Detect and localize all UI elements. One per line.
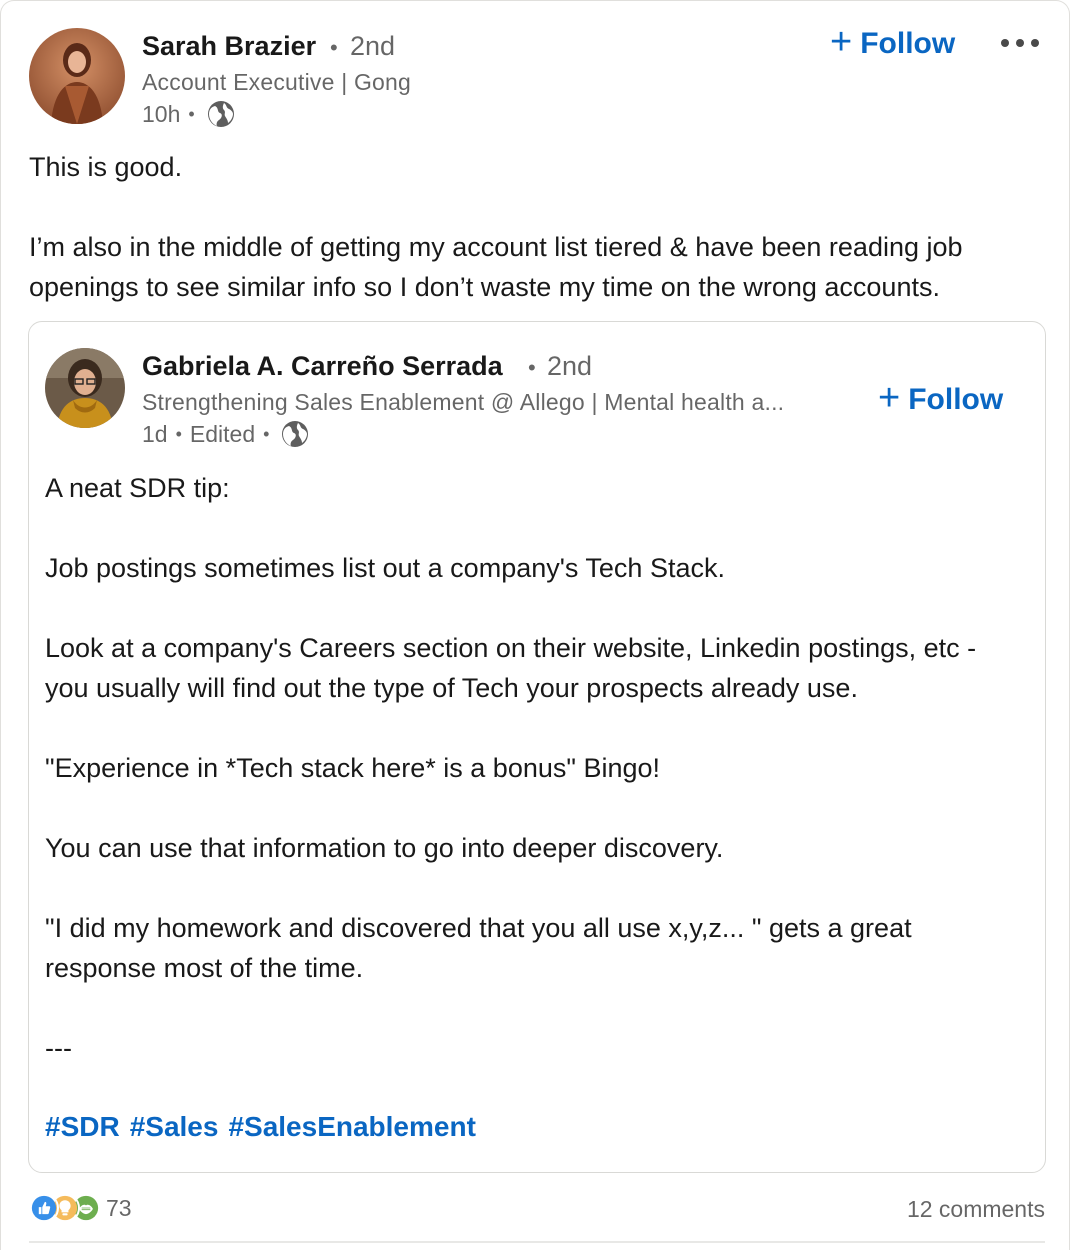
shared-paragraph: --- <box>45 1033 72 1063</box>
connection-degree: 2nd <box>350 31 396 61</box>
like-icon <box>29 1193 59 1223</box>
shared-post-meta: 1d • Edited • <box>142 420 309 448</box>
comments-count-link[interactable]: 12 comments <box>907 1196 1045 1223</box>
post-paragraph: This is good. <box>29 152 183 182</box>
shared-author-avatar[interactable] <box>45 348 125 428</box>
degree-separator: • <box>528 355 536 380</box>
hashtag-link[interactable]: #SalesEnablement <box>228 1111 475 1143</box>
shared-follow-button[interactable]: + Follow <box>878 379 1004 417</box>
shared-connection-degree: 2nd <box>547 351 593 381</box>
shared-post-body: A neat SDR tip: Job postings sometimes l… <box>45 468 1020 1068</box>
meta-separator: • <box>175 423 182 444</box>
follow-label: Follow <box>908 383 1004 416</box>
plus-icon: + <box>830 21 853 63</box>
post-meta: 10h • <box>142 100 235 128</box>
author-avatar[interactable] <box>29 28 125 124</box>
shared-paragraph: "Experience in *Tech stack here* is a bo… <box>45 753 661 783</box>
more-options-button[interactable] <box>1001 39 1039 47</box>
reactions-summary[interactable]: 73 <box>29 1193 132 1223</box>
shared-paragraph: Look at a company's Careers section on t… <box>45 633 984 703</box>
follow-label: Follow <box>860 27 956 60</box>
feed-post-card: Sarah Brazier • 2nd Account Executive | … <box>0 0 1070 1250</box>
globe-icon <box>282 421 309 447</box>
degree-separator: • <box>330 35 338 60</box>
social-counts: 73 12 comments <box>29 1191 1045 1231</box>
shared-author-name[interactable]: Gabriela A. Carreño Serrada <box>142 351 503 382</box>
hashtag-link[interactable]: #Sales <box>130 1111 219 1143</box>
edited-label: Edited <box>189 420 256 447</box>
post-body: This is good. I’m also in the middle of … <box>29 147 1049 307</box>
shared-post-card[interactable]: Gabriela A. Carreño Serrada • 2nd Streng… <box>28 321 1046 1173</box>
hashtag-link[interactable]: #SDR <box>45 1111 120 1143</box>
shared-post-time: 1d <box>142 420 168 447</box>
hashtag-list: #SDR #Sales #SalesEnablement <box>45 1111 476 1143</box>
post-time: 10h <box>142 100 181 127</box>
reaction-count: 73 <box>106 1194 132 1221</box>
author-name[interactable]: Sarah Brazier <box>142 31 316 62</box>
globe-icon <box>207 101 234 127</box>
more-dot-icon <box>1031 39 1039 47</box>
divider <box>29 1241 1045 1243</box>
plus-icon: + <box>878 377 901 419</box>
meta-separator: • <box>188 103 195 124</box>
meta-separator: • <box>263 423 270 444</box>
shared-paragraph: You can use that information to go into … <box>45 833 724 863</box>
follow-button[interactable]: + Follow <box>830 23 956 61</box>
post-paragraph: I’m also in the middle of getting my acc… <box>29 232 971 302</box>
more-dot-icon <box>1016 39 1024 47</box>
shared-paragraph: A neat SDR tip: <box>45 473 230 503</box>
shared-author-headline: Strengthening Sales Enablement @ Allego … <box>142 389 785 415</box>
shared-paragraph: "I did my homework and discovered that y… <box>45 913 920 983</box>
author-headline: Account Executive | Gong <box>142 69 412 95</box>
more-dot-icon <box>1001 39 1009 47</box>
shared-paragraph: Job postings sometimes list out a compan… <box>45 553 725 583</box>
